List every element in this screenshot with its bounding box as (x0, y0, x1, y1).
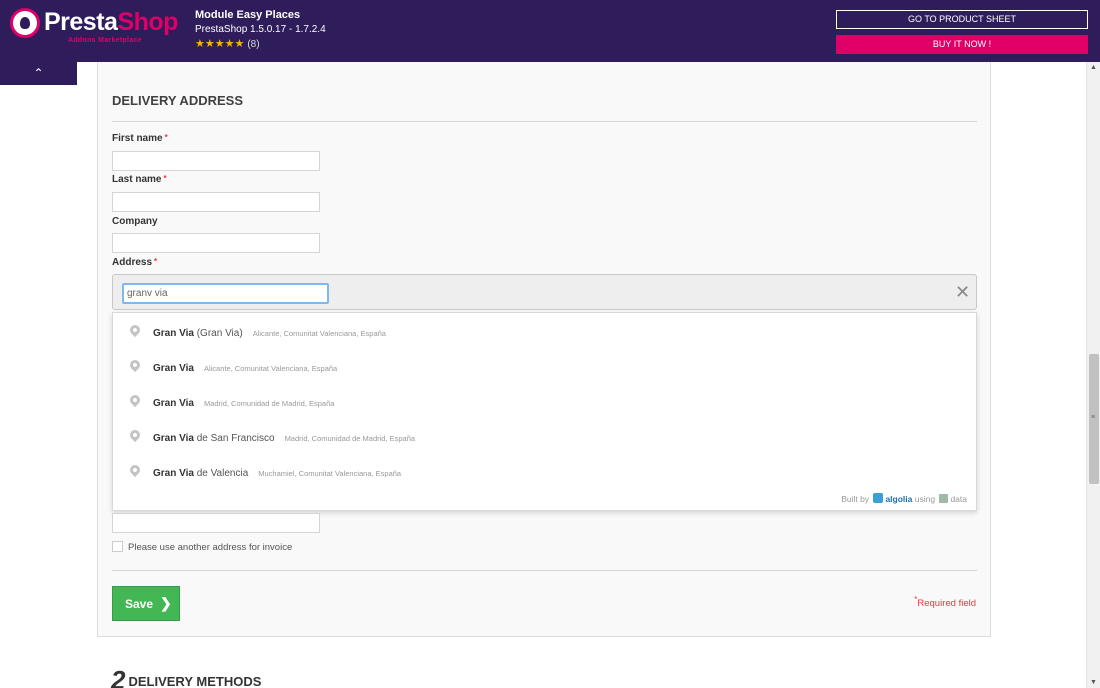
suggestion-text: Gran Via Alicante, Comunitat Valenciana, … (153, 363, 338, 374)
buy-it-now-button[interactable]: BUY IT NOW ! (836, 35, 1088, 54)
module-rating: ★★★★★ (8) (195, 37, 260, 50)
grip-icon: ≡ (1091, 414, 1096, 421)
suggestion-text: Gran Via (Gran Via) Alicante, Comunitat V… (153, 328, 386, 339)
first-name-field[interactable] (112, 151, 320, 171)
divider (112, 121, 977, 122)
suggestion-item[interactable]: Gran Via de San Francisco Madrid, Comunid… (113, 421, 976, 456)
scroll-thumb[interactable]: ≡ (1089, 354, 1099, 484)
rating-count: (8) (247, 39, 260, 50)
clear-icon[interactable]: ✕ (955, 282, 970, 302)
suggestion-item[interactable]: Gran Via (Gran Via) Alicante, Comunitat V… (113, 316, 976, 351)
address-suggestions-dropdown: Gran Via (Gran Via) Alicante, Comunitat V… (112, 312, 977, 511)
scroll-up-icon[interactable]: ▲ (1090, 64, 1097, 71)
openstreetmap-icon (939, 494, 949, 503)
module-version: PrestaShop 1.5.0.17 - 1.7.2.4 (195, 24, 326, 35)
last-name-label: Last name * (112, 174, 167, 185)
algolia-attribution[interactable]: Built by algolia using data (841, 493, 967, 504)
address-autocomplete-box: granv via ✕ (112, 274, 977, 310)
prestashop-logo[interactable]: PrestaShop Addons Marketplace (10, 6, 178, 44)
go-to-product-sheet-button[interactable]: GO TO PRODUCT SHEET (836, 10, 1088, 29)
step-number: 2 (111, 665, 126, 688)
collapse-banner-button[interactable]: ⌃ (0, 62, 77, 85)
address-label: Address * (112, 257, 158, 268)
suggestion-item[interactable]: Gran Via de Valencia Muchamiel, Comunitat… (113, 456, 976, 491)
map-pin-icon (127, 392, 143, 408)
suggestion-item[interactable]: Gran Via Madrid, Comunidad de Madrid, Esp… (113, 386, 976, 421)
company-field[interactable] (112, 233, 320, 253)
suggestion-text: Gran Via de Valencia Muchamiel, Comunitat… (153, 468, 402, 479)
map-pin-icon (127, 462, 143, 478)
divider (112, 570, 977, 571)
map-pin-icon (127, 322, 143, 338)
required-field-note: *Required field (914, 595, 976, 610)
logo-subtitle: Addons Marketplace (68, 37, 142, 44)
delivery-address-panel: DELIVERY ADDRESS First name * Last name * … (97, 62, 991, 637)
chevron-up-icon: ⌃ (33, 66, 44, 80)
top-banner: PrestaShop Addons Marketplace Module Eas… (0, 0, 1100, 62)
address-search-input[interactable]: granv via (122, 283, 329, 304)
module-title: Module Easy Places (195, 9, 301, 21)
save-button[interactable]: Save ❯ (112, 586, 180, 621)
invoice-address-checkbox-label[interactable]: Please use another address for invoice (128, 542, 292, 553)
map-pin-icon (127, 357, 143, 373)
delivery-methods-heading: 2 DELIVERY METHODS (111, 665, 261, 688)
map-pin-icon (127, 427, 143, 443)
suggestion-text: Gran Via Madrid, Comunidad de Madrid, Esp… (153, 398, 335, 409)
page-scrollbar[interactable]: ▲ ≡ ▼ (1086, 62, 1100, 688)
chevron-right-icon: ❯ (160, 595, 172, 611)
star-icons: ★★★★★ (195, 38, 245, 50)
invoice-address-checkbox[interactable] (112, 541, 123, 552)
company-label: Company (112, 216, 158, 227)
scroll-down-icon[interactable]: ▼ (1090, 679, 1097, 686)
suggestion-item[interactable]: Gran Via Alicante, Comunitat Valenciana, … (113, 351, 976, 386)
first-name-label: First name * (112, 133, 168, 144)
section-title: DELIVERY ADDRESS (112, 93, 243, 108)
suggestion-text: Gran Via de San Francisco Madrid, Comunid… (153, 433, 416, 444)
last-name-field[interactable] (112, 192, 320, 212)
address-extra-field[interactable] (112, 513, 320, 533)
algolia-logo-icon (873, 493, 884, 503)
prestashop-penguin-icon (10, 8, 40, 38)
logo-text: PrestaShop (44, 8, 178, 36)
